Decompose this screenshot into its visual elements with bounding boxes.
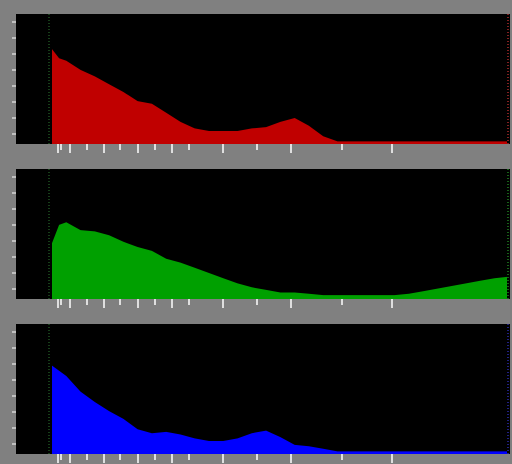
histogram-panel-red (16, 14, 510, 144)
histogram-panel-blue (16, 324, 510, 454)
y-axis-ticks-green (12, 176, 16, 290)
histogram-red (48, 14, 509, 144)
histogram-area-green (52, 222, 507, 299)
histogram-area-red (52, 49, 507, 144)
y-axis-ticks-red (12, 21, 16, 135)
histogram-green (48, 169, 509, 299)
histogram-panel-green (16, 169, 510, 299)
value-ruler-green (16, 299, 510, 309)
y-axis-ticks-blue (12, 331, 16, 445)
histogram-blue (48, 324, 509, 454)
value-ruler-red (16, 144, 510, 154)
histogram-area-blue (52, 365, 507, 454)
value-ruler-blue (16, 454, 510, 464)
